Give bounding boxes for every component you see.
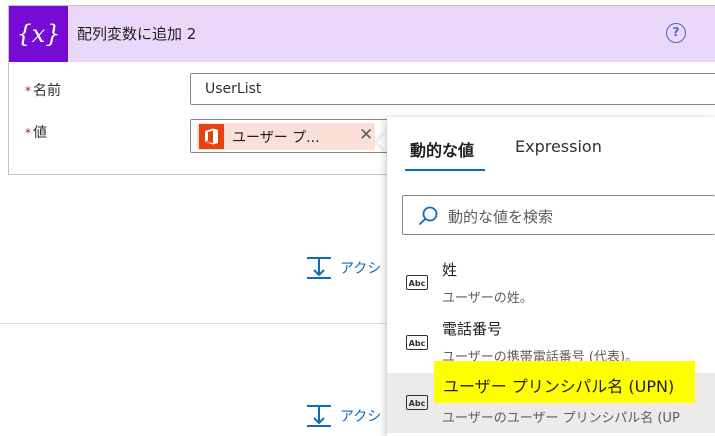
- divider: [0, 323, 400, 324]
- dynamic-content-token[interactable]: ユーザー プ... ✕: [197, 123, 375, 150]
- token-label: ユーザー プ...: [232, 130, 320, 146]
- item-title: 姓: [442, 261, 458, 279]
- insert-step-icon: [307, 257, 331, 279]
- value-field-label: * 値: [25, 122, 47, 142]
- office-icon: [199, 124, 224, 149]
- item-description: ユーザーの姓。: [442, 291, 533, 306]
- value-label-text: 値: [33, 125, 47, 141]
- text-type-icon: Abc: [406, 395, 428, 410]
- required-marker: *: [25, 84, 31, 98]
- active-tab-indicator: [405, 169, 485, 171]
- list-item-last-name[interactable]: Abc 姓 ユーザーの姓。: [387, 251, 715, 311]
- close-icon[interactable]: ✕: [359, 125, 373, 145]
- insert-step-icon: [307, 405, 331, 427]
- name-label-text: 名前: [33, 83, 61, 99]
- search-placeholder: 動的な値を検索: [448, 208, 554, 226]
- add-action-link[interactable]: アクシ: [306, 255, 381, 281]
- search-icon: [418, 206, 438, 226]
- name-field-label: * 名前: [25, 80, 61, 100]
- variable-icon-text: {x}: [16, 20, 61, 48]
- dynamic-content-flyout: 動的な値 Expression 動的な値を検索 Abc 姓 ユーザーの姓。 Ab…: [387, 117, 715, 436]
- card-header[interactable]: {x} 配列変数に追加 2 ?: [9, 6, 715, 62]
- help-icon[interactable]: ?: [666, 23, 686, 43]
- item-description: ユーザーのユーザー プリンシパル名 (UP: [442, 411, 680, 426]
- item-title: ユーザー プリンシパル名 (UPN): [443, 377, 675, 396]
- text-type-icon: Abc: [406, 335, 428, 350]
- required-marker: *: [25, 126, 31, 140]
- variable-icon: {x}: [9, 6, 68, 62]
- item-title: 電話番号: [442, 320, 503, 338]
- text-type-icon: Abc: [406, 275, 428, 290]
- card-title[interactable]: 配列変数に追加 2: [77, 23, 196, 44]
- tab-expression[interactable]: Expression: [515, 137, 602, 156]
- name-select[interactable]: UserList: [190, 73, 715, 105]
- dynamic-content-search-input[interactable]: 動的な値を検索: [402, 195, 715, 235]
- tab-dynamic-content[interactable]: 動的な値: [410, 137, 474, 161]
- add-action-label: アクシ: [340, 409, 382, 425]
- add-action-link[interactable]: アクシ: [306, 403, 381, 429]
- value-input[interactable]: ユーザー プ... ✕: [190, 119, 390, 153]
- add-action-label: アクシ: [340, 261, 382, 277]
